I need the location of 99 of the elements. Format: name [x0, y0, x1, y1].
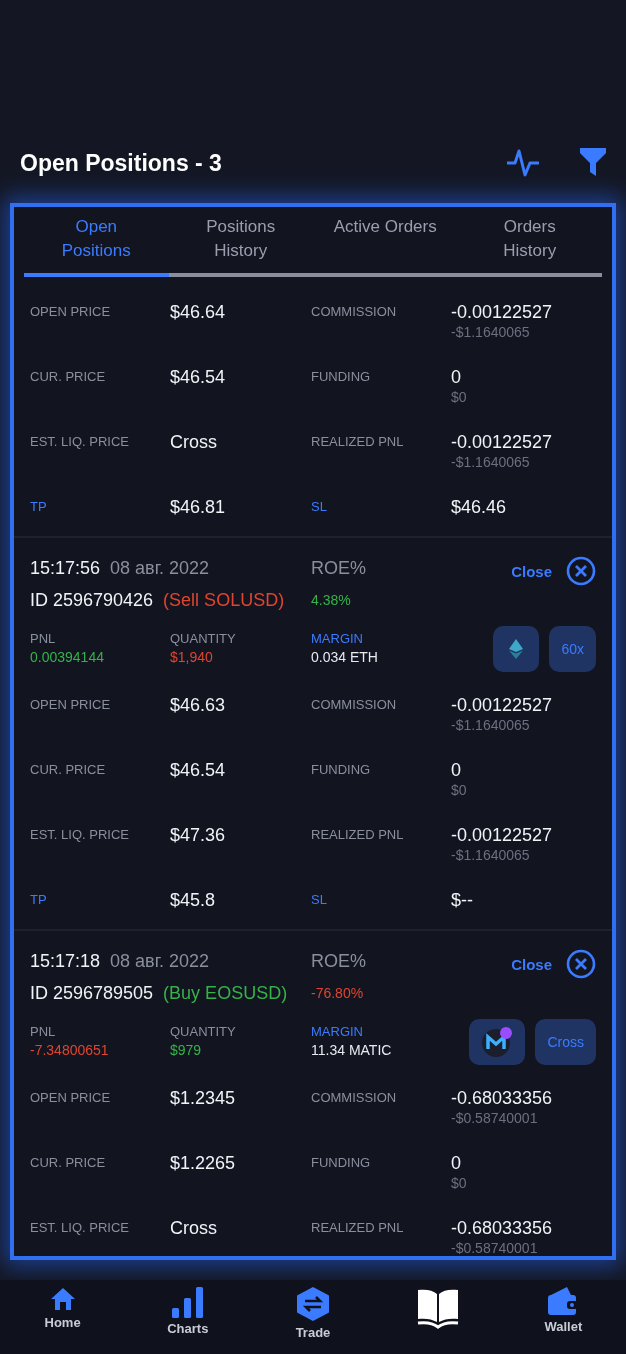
field-value: $1.2345	[170, 1087, 237, 1109]
field-value: $47.36	[170, 824, 227, 846]
metric-value: 0.034 ETH	[311, 648, 379, 666]
field-label: CUR. PRICE	[30, 368, 107, 386]
metric-value: -7.34800651	[30, 1041, 110, 1059]
field-label: REALIZED PNL	[311, 1219, 405, 1237]
tab[interactable]: Positions History	[168, 215, 313, 277]
field-label: COMMISSION	[311, 696, 398, 714]
metric-label: MARGIN	[311, 1023, 364, 1041]
field-value: Cross	[170, 1217, 218, 1239]
field-value: $46.81	[170, 496, 227, 518]
ethereum-coin-icon	[509, 639, 524, 659]
field-label: OPEN PRICE	[30, 696, 112, 714]
field-label: CUR. PRICE	[30, 761, 107, 779]
field-label: EST. LIQ. PRICE	[30, 433, 130, 451]
metric-value: $979	[170, 1041, 203, 1059]
field-subvalue: -$1.1640065	[451, 846, 531, 864]
nav-item[interactable]: Wallet	[518, 1280, 609, 1354]
field-label: EST. LIQ. PRICE	[30, 826, 130, 844]
field-value: $46.54	[170, 759, 227, 781]
metric-value: 11.34 MATIC	[311, 1041, 393, 1059]
field-subvalue: -$1.1640065	[451, 453, 531, 471]
field-value: -0.00122527	[451, 694, 554, 716]
date-text: 08 авг. 2022	[110, 557, 210, 579]
field-label: REALIZED PNL	[311, 433, 405, 451]
page-title: Open Positions - 3	[20, 149, 223, 178]
field-subvalue: -$1.1640065	[451, 323, 531, 341]
field-label: CUR. PRICE	[30, 1154, 107, 1172]
field-value: $46.46	[451, 496, 508, 518]
field-value: $46.54	[170, 366, 227, 388]
field-value: 0	[451, 366, 462, 388]
close-link[interactable]: Close	[511, 562, 552, 580]
field-value: $46.63	[170, 694, 227, 716]
field-label: OPEN PRICE	[30, 303, 112, 321]
tab[interactable]: Open Positions	[24, 215, 169, 277]
coin-button[interactable]	[493, 626, 540, 672]
field-subvalue: $0	[451, 1174, 468, 1192]
field-subvalue: -$0.58740001	[451, 1239, 539, 1256]
field-label: FUNDING	[311, 368, 372, 386]
field-subvalue: -$0.58740001	[451, 1109, 539, 1127]
field-value: $45.8	[170, 889, 217, 911]
field-subvalue: -$1.1640065	[451, 716, 531, 734]
position-id: ID 2596789505	[30, 982, 154, 1004]
field-value: -0.68033356	[451, 1087, 554, 1109]
date-text: 08 авг. 2022	[110, 950, 210, 972]
home-icon	[49, 1286, 76, 1312]
field-value: 0	[451, 759, 462, 781]
nav-item[interactable]: Trade	[267, 1280, 358, 1354]
position-side: (Sell SOLUSD)	[163, 589, 285, 611]
field-value: -0.68033356	[451, 1217, 554, 1239]
field-value: -0.00122527	[451, 301, 554, 323]
metric-value: $1,940	[170, 648, 214, 666]
nav-item[interactable]: Home	[17, 1280, 108, 1354]
field-value: $46.64	[170, 301, 227, 323]
field-label: SL	[311, 891, 328, 909]
field-value: $1.2265	[170, 1152, 237, 1174]
close-link[interactable]: Close	[511, 955, 552, 973]
roe-value: 4.38%	[311, 592, 351, 608]
roe-label: ROE%	[311, 950, 366, 972]
field-label: FUNDING	[311, 1154, 372, 1172]
roe-value: -76.80%	[311, 985, 364, 1001]
field-label: TP	[30, 498, 48, 516]
filter-icon[interactable]	[580, 148, 606, 176]
metric-label: QUANTITY	[170, 1023, 237, 1041]
field-label: OPEN PRICE	[30, 1089, 112, 1107]
close-icon[interactable]	[566, 556, 596, 586]
time-text: 15:17:18	[30, 950, 101, 972]
close-icon[interactable]	[566, 949, 596, 979]
field-value: -0.00122527	[451, 824, 554, 846]
field-value: $--	[451, 889, 474, 911]
field-label: REALIZED PNL	[311, 826, 405, 844]
time-text: 15:17:56	[30, 557, 101, 579]
nav-item[interactable]: Charts	[142, 1280, 233, 1354]
field-label: SL	[311, 498, 328, 516]
field-value: Cross	[170, 431, 218, 453]
field-value: -0.00122527	[451, 431, 554, 453]
metric-label: PNL	[30, 1023, 57, 1041]
roe-label: ROE%	[311, 557, 366, 579]
bar-chart-icon	[170, 1286, 205, 1318]
position-side: (Buy EOSUSD)	[163, 982, 288, 1004]
activity-icon[interactable]	[506, 148, 540, 178]
position-id: ID 2596790426	[30, 589, 154, 611]
field-subvalue: $0	[451, 781, 468, 799]
field-subvalue: $0	[451, 388, 468, 406]
metric-label: PNL	[30, 630, 57, 648]
tab[interactable]: Orders History	[457, 215, 602, 277]
exchange-icon	[295, 1286, 330, 1322]
field-label: TP	[30, 891, 48, 909]
field-label: FUNDING	[311, 761, 372, 779]
metric-value: 0.00394144	[30, 648, 105, 666]
field-value: 0	[451, 1152, 462, 1174]
field-label: EST. LIQ. PRICE	[30, 1219, 130, 1237]
metric-label: MARGIN	[311, 630, 364, 648]
coin-logo-icon	[481, 1026, 514, 1058]
field-label: COMMISSION	[311, 1089, 398, 1107]
metric-label: QUANTITY	[170, 630, 237, 648]
field-label: COMMISSION	[311, 303, 398, 321]
tab[interactable]: Active Orders	[313, 215, 458, 277]
coin-button[interactable]	[469, 1019, 526, 1065]
